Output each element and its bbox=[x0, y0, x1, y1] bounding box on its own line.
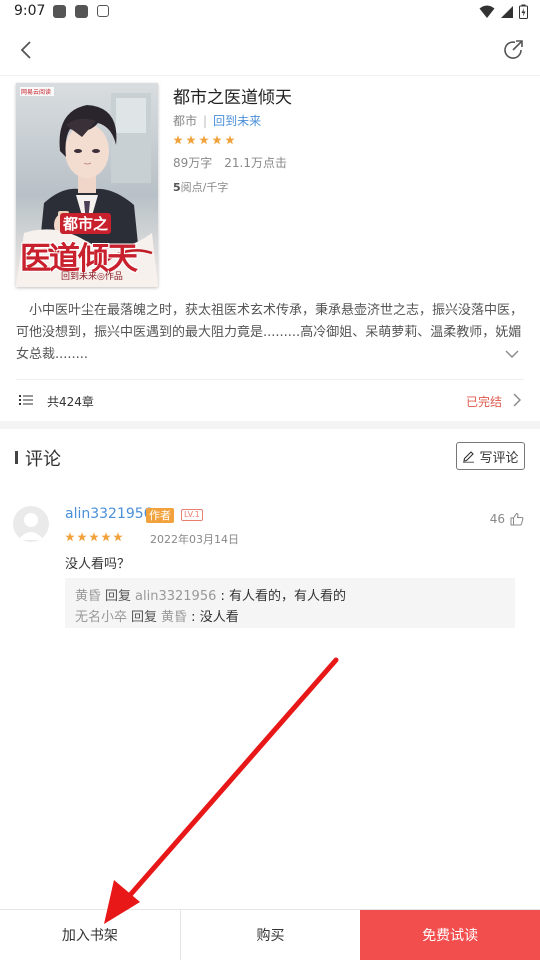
chevron-right-icon bbox=[513, 393, 521, 407]
bottom-action-bar: 加入书架 购买 免费试读 bbox=[0, 909, 540, 960]
book-title: 都市之医道倾天 bbox=[173, 88, 292, 108]
like-button[interactable]: 46 bbox=[490, 512, 524, 526]
section-divider bbox=[0, 421, 540, 429]
notification-icon bbox=[53, 5, 66, 18]
wifi-icon bbox=[479, 5, 495, 18]
star-icon bbox=[89, 532, 99, 542]
price-unit: 阅点/千字 bbox=[180, 181, 229, 194]
add-to-shelf-button[interactable]: 加入书架 bbox=[0, 910, 180, 960]
back-button[interactable] bbox=[12, 36, 40, 64]
comment-replies[interactable]: 黄昏 回复 alin3321956 : 有人看的，有人看的 无名小卒 回复 黄昏 : 没… bbox=[65, 578, 515, 628]
avatar-placeholder-icon bbox=[18, 513, 44, 540]
thumbs-up-icon bbox=[510, 512, 524, 526]
click-count: 21.1万点击 bbox=[224, 156, 288, 170]
back-arrow-icon bbox=[20, 41, 31, 59]
star-icon bbox=[77, 532, 87, 542]
signal-icon bbox=[501, 5, 513, 18]
comment-username[interactable]: alin3321956 bbox=[65, 506, 153, 522]
book-cover[interactable]: 网易云阅读 都市之 医道倾天 回到未来◎作品 bbox=[16, 83, 158, 287]
reply-from: 黄昏 bbox=[75, 589, 102, 604]
comments-title: 评论 bbox=[25, 449, 61, 470]
buy-button[interactable]: 购买 bbox=[179, 910, 361, 960]
chevron-down-icon[interactable] bbox=[504, 348, 520, 360]
top-bar bbox=[0, 24, 540, 76]
star-icon bbox=[65, 532, 75, 542]
chapter-count: 共424章 bbox=[47, 395, 94, 409]
comments-header: 评论 写评论 bbox=[0, 429, 540, 485]
star-icon bbox=[225, 135, 235, 145]
avatar[interactable] bbox=[13, 506, 49, 542]
pencil-icon bbox=[463, 450, 475, 463]
section-marker bbox=[15, 451, 18, 464]
battery-icon bbox=[519, 4, 528, 19]
write-comment-button[interactable]: 写评论 bbox=[456, 442, 525, 470]
book-stats: 89万字 21.1万点击 bbox=[173, 154, 287, 171]
free-read-button[interactable]: 免费试读 bbox=[360, 910, 540, 960]
reply-to: 黄昏 bbox=[161, 610, 188, 625]
book-intro: 小中医叶尘在最落魄之时，获太祖医术玄术传承，秉承悬壶济世之志，振兴没落中医，可他… bbox=[16, 303, 524, 362]
reply-text: 没人看 bbox=[199, 610, 239, 625]
star-icon bbox=[173, 135, 183, 145]
book-author-link[interactable]: 回到未来 bbox=[213, 114, 261, 128]
star-icon bbox=[186, 135, 196, 145]
comment-rating bbox=[65, 532, 123, 542]
notification-icon bbox=[75, 5, 88, 18]
notification-icon bbox=[97, 5, 109, 17]
cover-publisher: 网易云阅读 bbox=[21, 89, 52, 96]
star-icon bbox=[113, 532, 123, 542]
share-icon[interactable] bbox=[500, 37, 526, 63]
book-price: 5阅点/千字 bbox=[173, 179, 228, 195]
chapter-list-row[interactable]: 共424章 已完结 bbox=[16, 379, 524, 421]
reply-item: 黄昏 回复 alin3321956 : 有人看的，有人看的 bbox=[75, 589, 347, 604]
completion-status: 已完结 bbox=[465, 395, 502, 409]
star-icon bbox=[212, 135, 222, 145]
cover-title-top: 都市之 bbox=[60, 213, 112, 234]
comment-text: 没人看吗？ bbox=[65, 557, 131, 572]
status-bar: 9:07 bbox=[0, 0, 540, 24]
book-rating bbox=[173, 135, 235, 145]
reply-to: alin3321956 bbox=[135, 589, 217, 604]
reply-verb: 回复 bbox=[105, 589, 132, 604]
status-indicators bbox=[479, 4, 528, 19]
reply-from: 无名小卒 bbox=[75, 610, 128, 625]
star-icon bbox=[101, 532, 111, 542]
author-badge: 作者 bbox=[146, 508, 174, 523]
word-count: 89万字 bbox=[173, 156, 213, 170]
cover-author: 回到未来◎作品 bbox=[61, 272, 123, 282]
star-icon bbox=[199, 135, 209, 145]
comment-date: 2022年03月14日 bbox=[150, 533, 239, 546]
price-value: 5 bbox=[173, 181, 181, 194]
reply-text: 有人看的，有人看的 bbox=[229, 589, 347, 604]
list-icon bbox=[19, 395, 33, 405]
book-meta: 都市 | 回到未来 bbox=[173, 114, 262, 128]
status-time: 9:07 bbox=[14, 3, 46, 19]
reply-verb: 回复 bbox=[131, 610, 158, 625]
level-badge: LV.1 bbox=[181, 509, 203, 521]
reply-item: 无名小卒 回复 黄昏 : 没人看 bbox=[75, 610, 239, 625]
book-category[interactable]: 都市 bbox=[173, 114, 197, 128]
write-comment-label: 写评论 bbox=[479, 450, 519, 466]
like-count: 46 bbox=[489, 512, 505, 526]
